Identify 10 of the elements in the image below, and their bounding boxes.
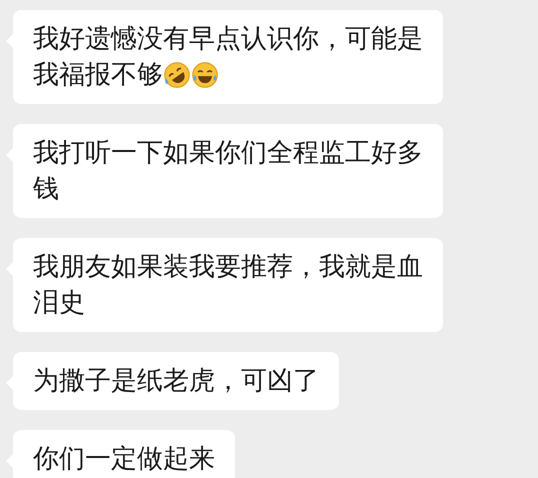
message-text: 钱 (33, 173, 59, 206)
message-text: 你们一定做起来 (33, 443, 215, 476)
message-text: 我打听一下如果你们全程监工好多 (33, 137, 423, 170)
tilted-laughing-emoji-icon (163, 61, 191, 89)
laughing-tears-emoji-icon (191, 61, 219, 89)
message-text: 为撒子是纸老虎，可凶了 (33, 365, 319, 398)
message-text: 我好遗憾没有早点认识你，可能是 (33, 23, 423, 56)
message-text: 我福报不够 (33, 59, 163, 92)
message-text: 泪史 (33, 287, 85, 320)
message-text: 我朋友如果装我要推荐，我就是血 (33, 251, 423, 284)
